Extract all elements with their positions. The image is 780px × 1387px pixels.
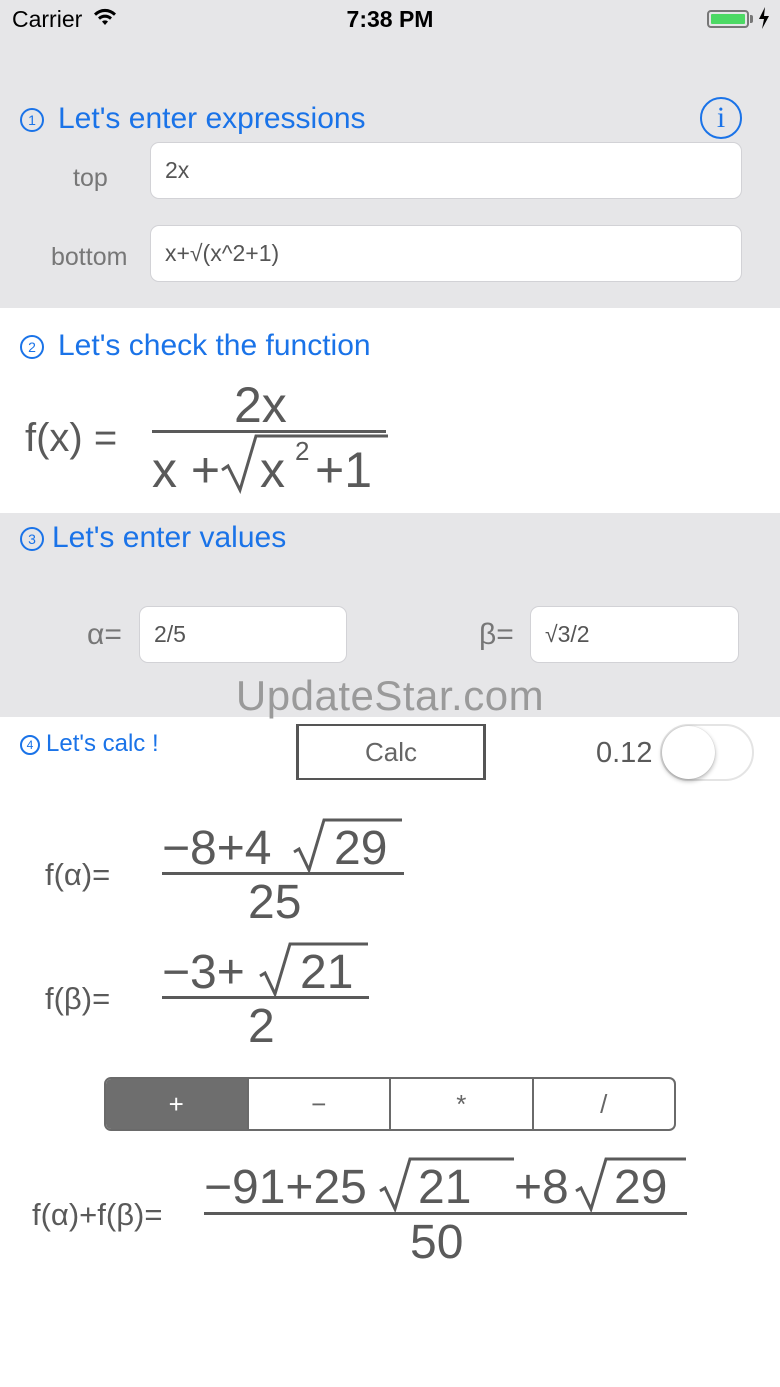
denominator-x: x + xyxy=(152,442,221,498)
f-alpha-lhs: f(α)= xyxy=(45,857,111,892)
charging-bolt-icon xyxy=(758,7,770,34)
top-expression-input[interactable]: 2x xyxy=(150,142,742,199)
battery-tip xyxy=(750,15,753,23)
f-beta-radicand: 21 xyxy=(300,946,354,999)
battery-icon xyxy=(707,10,749,28)
clock: 7:38 PM xyxy=(346,6,434,32)
operation-segmented-control[interactable]: + − * / xyxy=(104,1077,676,1131)
info-button[interactable]: i xyxy=(700,97,742,139)
section-2-heading: 2 Let's check the function xyxy=(20,329,371,363)
combined-radicand-2: 29 xyxy=(614,1161,668,1214)
step-1-badge: 1 xyxy=(20,108,44,133)
radicand-exponent: 2 xyxy=(295,436,310,466)
f-beta-lhs: f(β)= xyxy=(45,981,111,1016)
op-divide[interactable]: / xyxy=(531,1079,675,1129)
section-3-title: Let's enter values xyxy=(52,521,287,554)
combined-numerator-prefix: −91+25 xyxy=(204,1161,367,1214)
op-multiply[interactable]: * xyxy=(389,1079,532,1129)
alpha-input[interactable]: 2/5 xyxy=(139,606,347,663)
decimal-toggle-knob[interactable] xyxy=(662,726,715,779)
bottom-expression-input[interactable]: x+√(x^2+1) xyxy=(150,225,742,282)
op-subtract[interactable]: − xyxy=(246,1079,390,1129)
beta-label: β= xyxy=(479,618,514,651)
f-beta-numerator-prefix: −3+ xyxy=(162,946,245,999)
combined-radicand-1: 21 xyxy=(418,1161,472,1214)
watermark: UpdateStar.com xyxy=(235,672,545,719)
calc-button[interactable]: Calc xyxy=(296,724,486,780)
section-1-heading: 1 Let's enter expressions xyxy=(20,102,366,136)
function-lhs: f(x) = xyxy=(25,416,118,460)
alpha-label: α= xyxy=(87,618,122,651)
combined-lhs: f(α)+f(β)= xyxy=(32,1197,163,1232)
bottom-label: bottom xyxy=(51,243,128,271)
decimal-value: 0.12 xyxy=(596,737,653,769)
section-4-title: Let's calc ! xyxy=(46,730,159,757)
radicand-x: x xyxy=(260,442,285,498)
combined-numerator-mid: +8 xyxy=(514,1161,569,1214)
beta-input[interactable]: √3/2 xyxy=(530,606,739,663)
f-beta-denominator: 2 xyxy=(248,1000,275,1053)
section-1-title: Let's enter expressions xyxy=(58,102,366,135)
f-alpha-denominator: 25 xyxy=(248,876,302,929)
step-2-badge: 2 xyxy=(20,335,44,360)
function-numerator: 2x xyxy=(234,377,287,433)
top-label: top xyxy=(73,164,108,192)
step-3-badge: 3 xyxy=(20,527,44,552)
section-3-heading: 3 Let's enter values xyxy=(20,521,286,555)
op-add[interactable]: + xyxy=(106,1079,247,1129)
combined-denominator: 50 xyxy=(410,1216,464,1269)
function-fraction-bar xyxy=(152,430,386,433)
f-alpha-radicand: 29 xyxy=(334,822,388,875)
section-4-heading: 4 Let's calc ! xyxy=(20,730,159,758)
section-2-title: Let's check the function xyxy=(58,329,371,362)
radicand-rest: +1 xyxy=(315,442,373,498)
function-denominator: x + xyxy=(152,441,220,499)
step-4-badge: 4 xyxy=(20,734,40,755)
f-alpha-numerator-prefix: −8+4 xyxy=(162,822,272,875)
